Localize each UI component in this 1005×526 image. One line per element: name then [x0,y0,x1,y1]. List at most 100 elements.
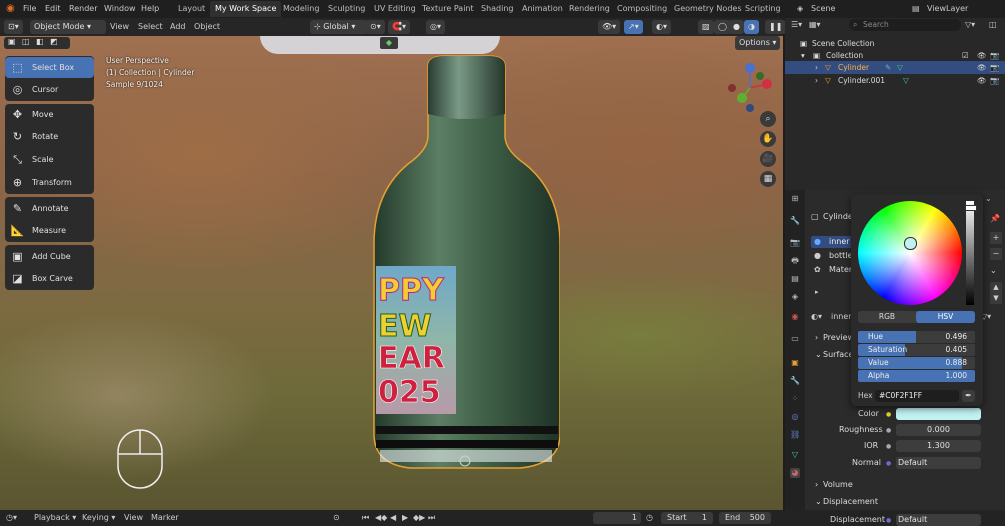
displacement-socket-icon[interactable]: ● [886,517,891,524]
outliner-row-cylinder-001[interactable]: › ▽ Cylinder.001 ▽ 👁 📷 [785,74,1005,87]
timeline-editor-icon[interactable]: ◷▾ [6,512,17,524]
new-collection-icon[interactable]: ◫ [989,20,997,29]
select-new-icon[interactable]: ▣ [8,37,16,46]
output-tab-icon[interactable]: 🖶 [790,256,800,266]
editor-type-button[interactable]: ⊡▾ [4,20,23,34]
menu-help[interactable]: Help [141,3,159,15]
material-slot-mater[interactable]: ✿ Mater [811,264,855,276]
display-mode-icon[interactable]: ▦▾ [809,20,821,29]
section-surface[interactable]: Surface [823,350,853,359]
tab-animation[interactable]: Animation [517,1,568,17]
view-layer-selector[interactable]: ViewLayer [927,3,968,15]
value-slider[interactable]: Value 0.888 [858,357,975,369]
menu-edit[interactable]: Edit [45,3,61,15]
remove-slot-icon[interactable]: − [990,248,1002,260]
slot-specials-icon[interactable]: ▸ [815,288,819,296]
color-socket-icon[interactable]: ● [886,411,891,418]
section-preview[interactable]: Preview [823,333,854,342]
filter-icon[interactable]: ▽▾ [965,20,975,29]
jump-start-icon[interactable]: ⏮ [362,512,369,524]
outliner-search-input[interactable]: Search [849,19,961,31]
gizmo-x-icon[interactable] [762,79,772,89]
prev-keyframe-icon[interactable]: ◀◆ [375,512,387,524]
menu-object[interactable]: Object [194,20,220,34]
material-slot-inner[interactable]: ● inner [811,236,855,248]
collapse-preview-icon[interactable]: › [815,333,818,342]
snap-icon[interactable]: 🧲▾ [388,20,410,34]
section-displacement[interactable]: Displacement [823,497,878,506]
visibility-eye-icon[interactable]: 👁 [977,74,987,87]
select-subtract-icon[interactable]: ◧ [36,37,44,46]
options-button[interactable]: Options ▾ [735,36,781,50]
color-picker-popup[interactable]: RGB HSV Hue 0.496 Saturation 0.405 Value 0.… [851,194,983,406]
bottle-object[interactable]: PPY EW EAR 025 [370,54,560,474]
tool-cursor[interactable]: ◎ Cursor [5,79,94,100]
color-mode-toggle[interactable]: RGB HSV [858,311,975,323]
properties-editor-icon[interactable]: ⊞ [790,194,800,204]
normal-field[interactable]: Default [896,457,981,469]
constraints-tab-icon[interactable]: ⛓ [790,430,800,440]
view-layer-tab-icon[interactable]: ▤ [790,274,800,284]
start-frame-field[interactable]: Start 1 [661,512,713,524]
tool-annotate[interactable]: ✎ Annotate [5,198,94,219]
roughness-socket-icon[interactable]: ● [886,427,891,434]
menu-add[interactable]: Add [170,20,186,34]
camera-widget-icon[interactable]: ◆ [380,37,398,49]
gizmo-icon[interactable]: ↗▾ [624,20,643,34]
hue-saturation-wheel[interactable] [858,201,962,305]
orientation-selector[interactable]: ⊹ Global ▾ [310,20,368,34]
pause-render-icon[interactable]: ❚❚ [765,20,787,34]
world-tab-icon[interactable]: ◉ [790,312,800,322]
clock-icon[interactable]: ◷ [646,512,653,524]
render-tab-icon[interactable]: 📷 [790,238,800,248]
menu-view[interactable]: View [110,20,129,34]
tool-rotate[interactable]: ↻ Rotate [5,126,94,147]
gizmo-z-icon[interactable] [745,63,755,73]
ior-socket-icon[interactable]: ● [886,443,891,450]
alpha-slider[interactable]: Alpha 1.000 [858,370,975,382]
menu-select[interactable]: Select [138,20,163,34]
slot-menu-icon[interactable]: ⌄ [990,266,997,275]
mode-rgb-button[interactable]: RGB [858,311,916,323]
shading-rendered-icon[interactable]: ◑ [744,20,759,34]
end-frame-field[interactable]: End 500 [719,512,771,524]
tool-measure[interactable]: 📐 Measure [5,220,94,241]
pin-toggle-icon[interactable]: 📌 [990,214,1000,223]
tool-move[interactable]: ✥ Move [5,104,94,125]
expand-displacement-icon[interactable]: ⌄ [815,497,822,506]
move-slot-icon[interactable]: ▲ ▼ [990,282,1002,304]
collapse-volume-icon[interactable]: › [815,480,818,489]
tool-select-box[interactable]: ⬚ Select Box [5,57,94,78]
material-browse-icon[interactable]: ◐▾ [811,312,822,321]
menu-marker[interactable]: Marker [151,512,179,524]
scene-icon[interactable]: ◈ [797,3,803,15]
tool-transform[interactable]: ⊕ Transform [5,172,94,193]
gizmo-neg-x-icon[interactable] [728,84,736,92]
menu-keying[interactable]: Keying ▾ [82,512,115,524]
view-layer-icon[interactable]: ▤ [912,3,920,15]
menu-window[interactable]: Window [104,3,136,15]
play-icon[interactable]: ▶ [402,512,408,524]
pin-icon[interactable]: ⌄ [985,194,992,203]
pan-hand-icon[interactable]: ✋ [760,131,776,147]
tab-compositing[interactable]: Compositing [612,1,672,17]
object-tab-icon[interactable]: ▣ [790,358,800,368]
select-extend-icon[interactable]: ◫ [22,37,30,46]
blender-logo-icon[interactable]: ◉ [6,3,18,15]
camera-view-icon[interactable]: 🎥 [760,151,776,167]
mode-hsv-button[interactable]: HSV [916,311,975,323]
tab-shading[interactable]: Shading [476,1,519,17]
proportional-edit-icon[interactable]: ◎▾ [426,20,445,34]
wheel-cursor[interactable] [904,237,917,250]
material-slot-bottle[interactable]: ● bottle [811,250,855,262]
displacement-field[interactable]: Default [896,514,981,526]
play-reverse-icon[interactable]: ◀ [390,512,396,524]
tab-scripting[interactable]: Scripting [740,1,786,17]
section-volume[interactable]: Volume [823,480,853,489]
gizmo-y-icon[interactable] [737,93,747,103]
collection-tab-icon[interactable]: ▭ [790,334,800,344]
visibility-eye-icon[interactable]: 👁 [977,61,987,74]
shading-solid-icon[interactable]: ● [729,20,744,34]
tab-rendering[interactable]: Rendering [564,1,615,17]
menu-view-timeline[interactable]: View [124,512,143,524]
